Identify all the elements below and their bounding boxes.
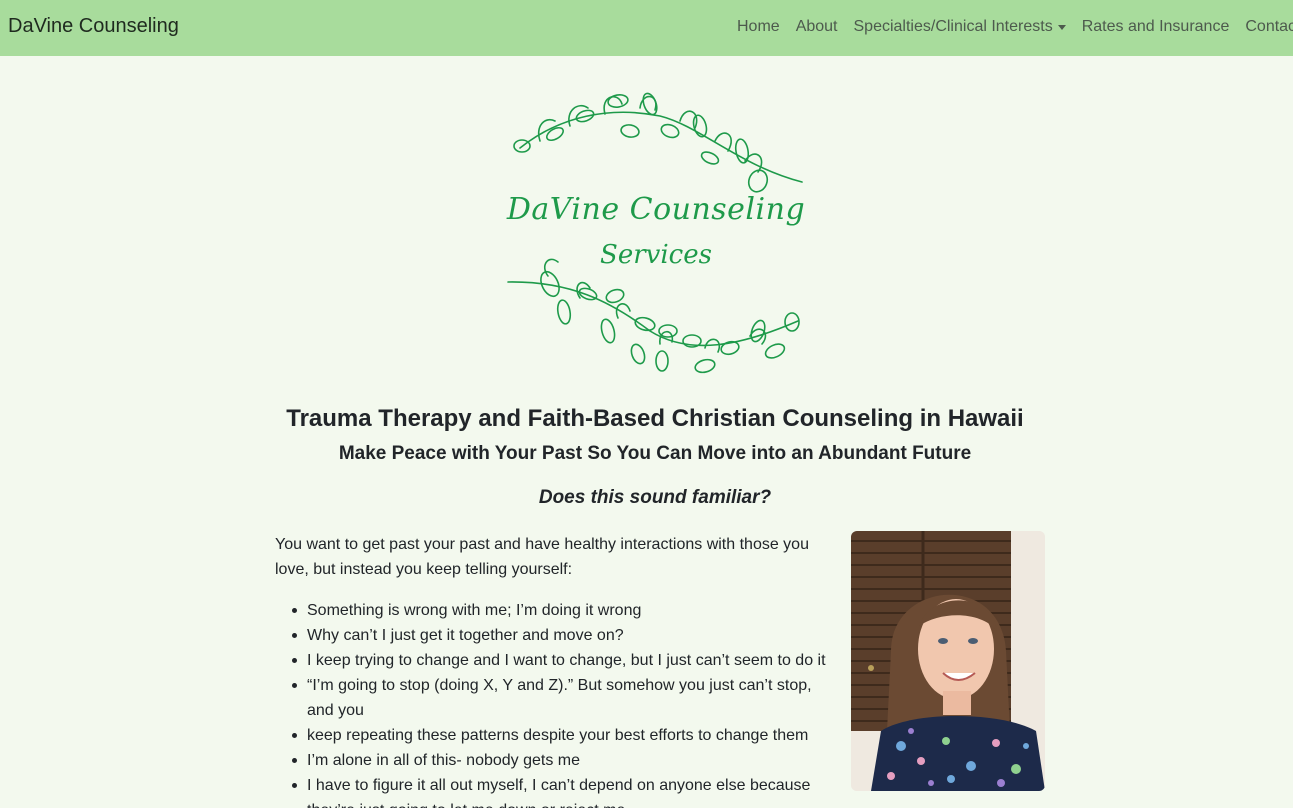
brand-link[interactable]: DaVine Counseling (8, 15, 179, 38)
list-item: Something is wrong with me; I’m doing it… (292, 598, 827, 623)
page-heading: Trauma Therapy and Faith-Based Christian… (286, 405, 1024, 432)
list-item: “I’m going to stop (doing X, Y and Z).” … (292, 673, 827, 723)
therapist-photo (851, 531, 1045, 791)
logo-title: DaVine Counseling (506, 192, 806, 227)
top-navbar: DaVine Counseling Home About Specialties… (0, 0, 1293, 56)
nav-about[interactable]: About (796, 18, 838, 36)
nav-specialties-dropdown[interactable]: Specialties/Clinical Interests (854, 18, 1066, 36)
list-item: I have to figure it all out myself, I ca… (292, 773, 827, 808)
list-item: keep repeating these patterns despite yo… (292, 723, 827, 748)
symptom-list: Something is wrong with me; I’m doing it… (292, 598, 827, 808)
nav-contact[interactable]: Contact (1245, 18, 1293, 36)
caret-down-icon (1057, 24, 1066, 30)
nav-rates[interactable]: Rates and Insurance (1082, 18, 1230, 36)
logo-subtitle: Services (600, 240, 712, 270)
intro-paragraph: You want to get past your past and have … (275, 536, 809, 578)
question-heading: Does this sound familiar? (538, 487, 772, 508)
nav-specialties-label: Specialties/Clinical Interests (853, 18, 1053, 35)
list-item: Why can’t I just get it together and mov… (292, 623, 827, 648)
list-item: I’m alone in all of this- nobody gets me (292, 748, 827, 773)
logo: DaVine Counseling Services (500, 86, 812, 380)
vine-wreath-icon (507, 92, 803, 374)
nav-home[interactable]: Home (737, 18, 780, 36)
nav-links: Home About Specialties/Clinical Interest… (737, 18, 1293, 36)
page-subheading: Make Peace with Your Past So You Can Mov… (338, 443, 972, 464)
list-item: I keep trying to change and I want to ch… (292, 648, 827, 673)
